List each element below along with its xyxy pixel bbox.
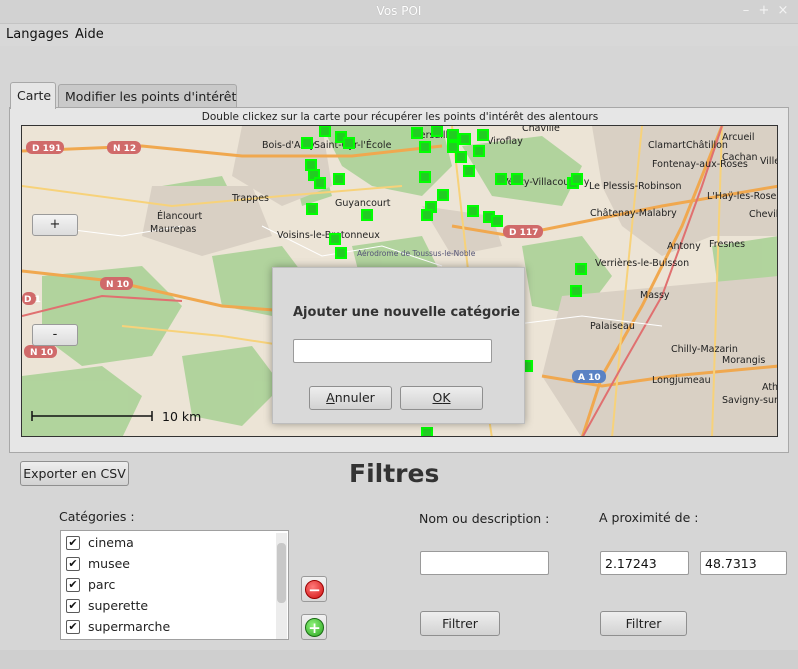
map-label: Verrières-le-Buisson <box>595 258 689 269</box>
map-label: Morangis <box>722 355 765 366</box>
category-checkbox[interactable]: ✔ <box>66 557 80 571</box>
name-description-label: Nom ou description : <box>419 511 550 526</box>
category-name-input[interactable] <box>293 339 492 363</box>
map-label: Viroflay <box>487 136 523 147</box>
cancel-label: nnuler <box>334 390 375 405</box>
title-bar: Vos POI – + × <box>0 0 798 24</box>
close-icon[interactable]: × <box>774 2 792 20</box>
road-label: D 1 <box>24 295 41 305</box>
dialog-title: Ajouter une nouvelle catégorie <box>293 305 520 320</box>
filter-name-button[interactable]: Filtrer <box>420 611 500 636</box>
map-label: Palaiseau <box>590 321 635 332</box>
map-label: Chevil <box>749 209 778 220</box>
category-checkbox[interactable]: ✔ <box>66 599 80 613</box>
status-strip <box>0 650 798 669</box>
categories-list[interactable]: ✔ cinema ✔ musee ✔ parc ✔ superette ✔ su… <box>60 530 289 640</box>
proximity-label: A proximité de : <box>599 510 699 525</box>
category-label: parc <box>88 577 116 592</box>
menu-aide[interactable]: Aide <box>75 27 104 42</box>
window-title: Vos POI <box>376 4 422 18</box>
map-hint: Double clickez sur la carte pour récupér… <box>201 111 599 123</box>
map-label: Maurepas <box>150 224 196 235</box>
map-label: Fontenay-aux-Roses <box>652 159 748 170</box>
remove-icon: − <box>305 580 324 599</box>
road-label: N 10 <box>30 348 53 358</box>
map-label: Élancourt <box>157 210 202 222</box>
map-label: Voisins-le-Bretonneux <box>277 230 380 241</box>
map-label: Massy <box>640 290 670 301</box>
category-label: superette <box>88 598 149 613</box>
categories-label: Catégories : <box>59 509 135 524</box>
map-label: Savigny-sur- <box>722 395 778 406</box>
map-label: Clamart <box>648 140 686 151</box>
category-label: musee <box>88 556 130 571</box>
add-category-button[interactable]: + <box>301 614 327 640</box>
scrollbar-thumb[interactable] <box>277 543 286 603</box>
cancel-mnemonic: A <box>326 390 335 405</box>
category-checkbox[interactable]: ✔ <box>66 578 80 592</box>
maximize-icon[interactable]: + <box>755 2 773 20</box>
longitude-input[interactable]: 2.17243 <box>600 551 689 575</box>
minimize-icon[interactable]: – <box>737 2 755 20</box>
category-label: supermarche <box>88 619 171 634</box>
tab-carte[interactable]: Carte <box>10 82 56 109</box>
map-label: Trappes <box>231 193 269 204</box>
map-label: Longjumeau <box>652 375 711 386</box>
zoom-in-button[interactable]: + <box>32 214 78 236</box>
map-label: Châtillon <box>686 140 728 151</box>
cancel-button[interactable]: Annuler <box>309 386 392 410</box>
add-category-dialog: Ajouter une nouvelle catégorie Annuler O… <box>272 267 525 424</box>
map-label: Aérodrome de Toussus-le-Noble <box>357 249 476 258</box>
add-icon: + <box>305 618 324 637</box>
road-label: A 10 <box>578 373 601 383</box>
category-label: cinema <box>88 535 134 550</box>
map-label: Le Plessis-Robinson <box>589 181 682 192</box>
remove-category-button[interactable]: − <box>301 576 327 602</box>
ok-mnemonic: O <box>432 390 443 405</box>
categories-scrollbar[interactable] <box>276 533 287 639</box>
menu-bar: Langages Aide <box>0 24 798 46</box>
road-label: N 12 <box>113 144 136 154</box>
map-label: Chaville <box>522 126 560 134</box>
category-checkbox[interactable]: ✔ <box>66 536 80 550</box>
filters-title: Filtres <box>349 459 440 488</box>
export-csv-button[interactable]: Exporter en CSV <box>20 461 129 486</box>
road-label: N 10 <box>106 280 129 290</box>
ok-button[interactable]: OK <box>400 386 483 410</box>
map-label: Châtenay-Malabry <box>590 208 677 219</box>
map-label: Athis <box>762 382 778 393</box>
latitude-input[interactable]: 48.7313 <box>700 551 787 575</box>
menu-langages[interactable]: Langages <box>6 27 69 42</box>
tab-modifier-poi[interactable]: Modifier les points d'intérêt <box>58 84 237 108</box>
name-description-input[interactable] <box>420 551 549 575</box>
map-scale-label: 10 km <box>162 409 202 424</box>
road-label: D 191 <box>32 144 61 154</box>
map-label: Fresnes <box>709 239 745 250</box>
map-label: Chilly-Mazarin <box>671 344 738 355</box>
map-label: Ville <box>760 156 778 167</box>
ok-label: K <box>442 390 451 405</box>
map-label: Guyancourt <box>335 198 391 209</box>
road-label: D 117 <box>509 228 538 238</box>
zoom-out-button[interactable]: - <box>32 324 78 346</box>
filter-proximity-button[interactable]: Filtrer <box>600 611 687 636</box>
map-label: L'Haÿ-les-Roses <box>707 191 778 202</box>
map-label: Antony <box>667 241 701 252</box>
category-checkbox[interactable]: ✔ <box>66 620 80 634</box>
